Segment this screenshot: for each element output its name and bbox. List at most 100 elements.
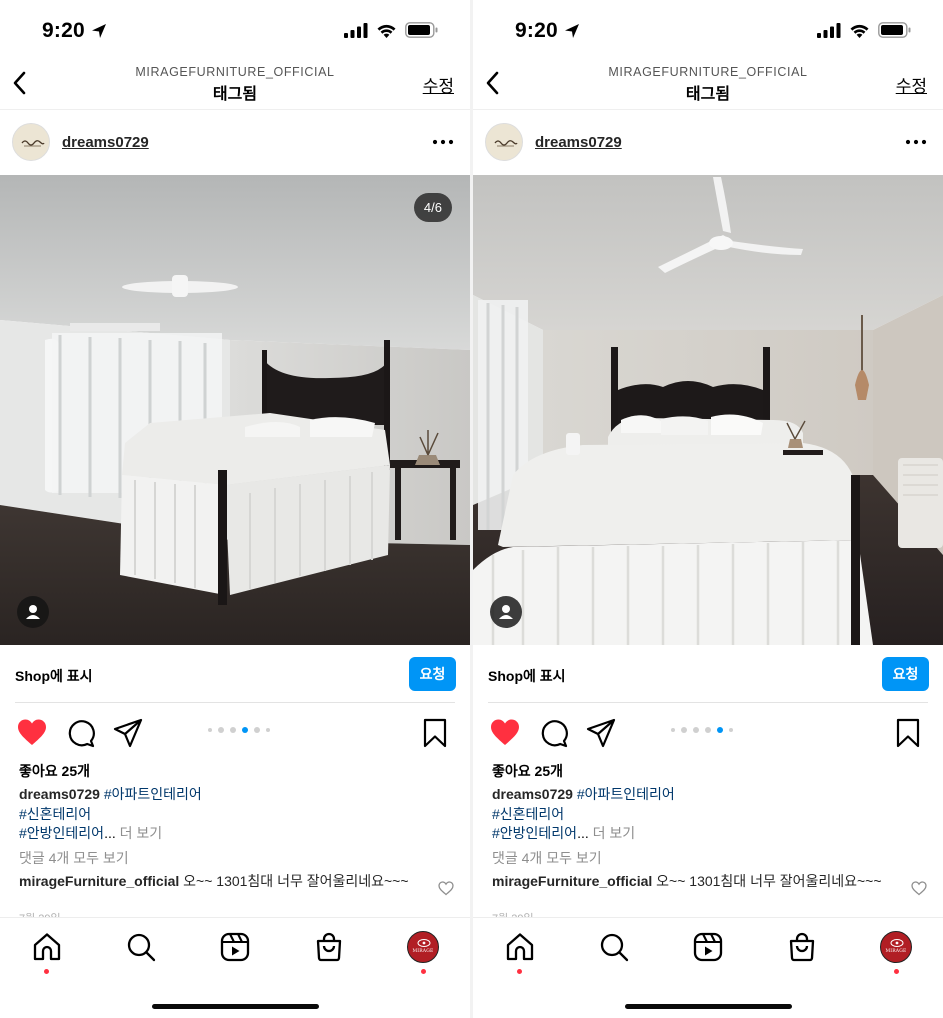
likes-count[interactable]: 좋아요 25개	[492, 761, 563, 781]
shop-row: Shop에 표시 요청	[473, 645, 943, 703]
carousel-dot	[705, 727, 711, 733]
comment-text: 오~~ 1301침대 너무 잘어울리네요~~~	[183, 873, 409, 889]
view-all-comments-link[interactable]: 댓글 4개 모두 보기	[492, 848, 602, 868]
notification-dot	[44, 969, 49, 974]
bedroom-photo	[473, 175, 943, 645]
page-title: 태그됨	[212, 86, 258, 103]
bottom-tab-bar: MIRAGE	[473, 917, 943, 1018]
carousel-dot	[681, 727, 687, 733]
request-button[interactable]: 요청	[409, 657, 456, 691]
likes-count[interactable]: 좋아요 25개	[19, 761, 90, 781]
view-all-comments-link[interactable]: 댓글 4개 모두 보기	[19, 848, 129, 868]
status-bar: 9:20	[473, 0, 943, 58]
shop-bag-icon[interactable]	[787, 932, 817, 962]
tagged-user-icon[interactable]	[17, 596, 49, 628]
location-arrow-icon	[564, 24, 579, 38]
comment-username[interactable]: mirageFurniture_official	[492, 873, 652, 889]
cellular-signal-icon	[344, 22, 368, 38]
page-header: MIRAGEFURNITURE_OFFICIAL 태그됨 수정	[473, 58, 943, 110]
request-button[interactable]: 요청	[882, 657, 929, 691]
shop-label: Shop에 표시	[488, 668, 566, 684]
status-time: 9:20	[42, 19, 85, 42]
post-username[interactable]: dreams0729	[535, 134, 622, 151]
post-photo[interactable]: 4/6	[0, 175, 470, 645]
wifi-icon	[377, 24, 396, 38]
hashtag[interactable]: #신혼테리어	[492, 806, 564, 822]
heart-outline-icon[interactable]	[438, 881, 454, 896]
caption-username[interactable]: dreams0729	[492, 786, 573, 802]
carousel-dot	[693, 727, 699, 733]
divider	[488, 702, 928, 703]
reels-icon[interactable]	[220, 932, 250, 962]
hashtag[interactable]: #신혼테리어	[19, 806, 91, 822]
avatar[interactable]	[485, 123, 523, 161]
post-photo[interactable]	[473, 175, 943, 645]
caption-username[interactable]: dreams0729	[19, 786, 100, 802]
tagged-user-icon[interactable]	[490, 596, 522, 628]
page-title: 태그됨	[685, 86, 731, 103]
more-horizontal-icon[interactable]	[432, 133, 454, 151]
page-header: MIRAGEFURNITURE_OFFICIAL 태그됨 수정	[0, 58, 470, 110]
phone-screen-left: 9:20 MIRAGEFURNITURE_OFFICIAL 태그됨 수정 dre…	[0, 0, 470, 1018]
bookmark-icon[interactable]	[893, 718, 923, 748]
carousel-counter-badge: 4/6	[413, 193, 452, 222]
home-icon[interactable]	[32, 932, 62, 962]
edit-button[interactable]: 수정	[423, 72, 454, 97]
comment-icon[interactable]	[65, 718, 95, 748]
carousel-dot	[266, 728, 270, 732]
account-name: MIRAGEFURNITURE_OFFICIAL	[135, 65, 335, 79]
bedroom-photo	[0, 175, 470, 645]
heart-filled-icon[interactable]	[490, 718, 520, 748]
carousel-dot-active	[717, 727, 723, 733]
notification-dot	[517, 969, 522, 974]
profile-avatar-text: MIRAGE	[412, 949, 434, 954]
home-icon[interactable]	[505, 932, 535, 962]
battery-icon	[878, 22, 911, 38]
profile-avatar[interactable]: MIRAGE	[880, 931, 912, 963]
caption-ellipsis: ...	[577, 825, 589, 841]
hashtag[interactable]: #아파트인테리어	[104, 786, 202, 802]
post-header: dreams0729	[473, 111, 943, 175]
more-link[interactable]: 더 보기	[593, 825, 636, 841]
heart-filled-icon[interactable]	[17, 718, 47, 748]
more-horizontal-icon[interactable]	[905, 133, 927, 151]
carousel-dot	[208, 728, 212, 732]
phone-screen-right: 9:20 MIRAGEFURNITURE_OFFICIAL 태그됨 수정 dre…	[473, 0, 943, 1018]
hashtag[interactable]: #아파트인테리어	[577, 786, 675, 802]
shop-bag-icon[interactable]	[314, 932, 344, 962]
comment-text: 오~~ 1301침대 너무 잘어울리네요~~~	[656, 873, 882, 889]
hashtag[interactable]: #안방인테리어	[492, 825, 577, 841]
carousel-dot	[671, 728, 675, 732]
carousel-dot	[254, 727, 260, 733]
send-icon[interactable]	[586, 718, 616, 748]
status-bar: 9:20	[0, 0, 470, 58]
notification-dot	[421, 969, 426, 974]
more-link[interactable]: 더 보기	[120, 825, 163, 841]
carousel-dot	[218, 727, 224, 733]
heart-outline-icon[interactable]	[911, 881, 927, 896]
account-name: MIRAGEFURNITURE_OFFICIAL	[608, 65, 808, 79]
send-icon[interactable]	[113, 718, 143, 748]
bookmark-icon[interactable]	[420, 718, 450, 748]
wifi-icon	[850, 24, 869, 38]
post-username[interactable]: dreams0729	[62, 134, 149, 151]
search-icon[interactable]	[126, 932, 156, 962]
notification-dot	[894, 969, 899, 974]
home-indicator	[625, 1004, 792, 1009]
hashtag[interactable]: #안방인테리어	[19, 825, 104, 841]
comment-username[interactable]: mirageFurniture_official	[19, 873, 179, 889]
reels-icon[interactable]	[693, 932, 723, 962]
edit-button[interactable]: 수정	[896, 72, 927, 97]
post-header: dreams0729	[0, 111, 470, 175]
post-caption: dreams0729 #아파트인테리어 #신혼테리어 #안방인테리어... 더 …	[19, 785, 459, 844]
comment-icon[interactable]	[538, 718, 568, 748]
avatar[interactable]	[12, 123, 50, 161]
cellular-signal-icon	[817, 22, 841, 38]
profile-avatar[interactable]: MIRAGE	[407, 931, 439, 963]
carousel-dot-active	[242, 727, 248, 733]
profile-avatar-text: MIRAGE	[885, 949, 907, 954]
carousel-dots	[671, 727, 733, 733]
search-icon[interactable]	[599, 932, 629, 962]
carousel-dots	[208, 727, 270, 733]
status-time: 9:20	[515, 19, 558, 42]
